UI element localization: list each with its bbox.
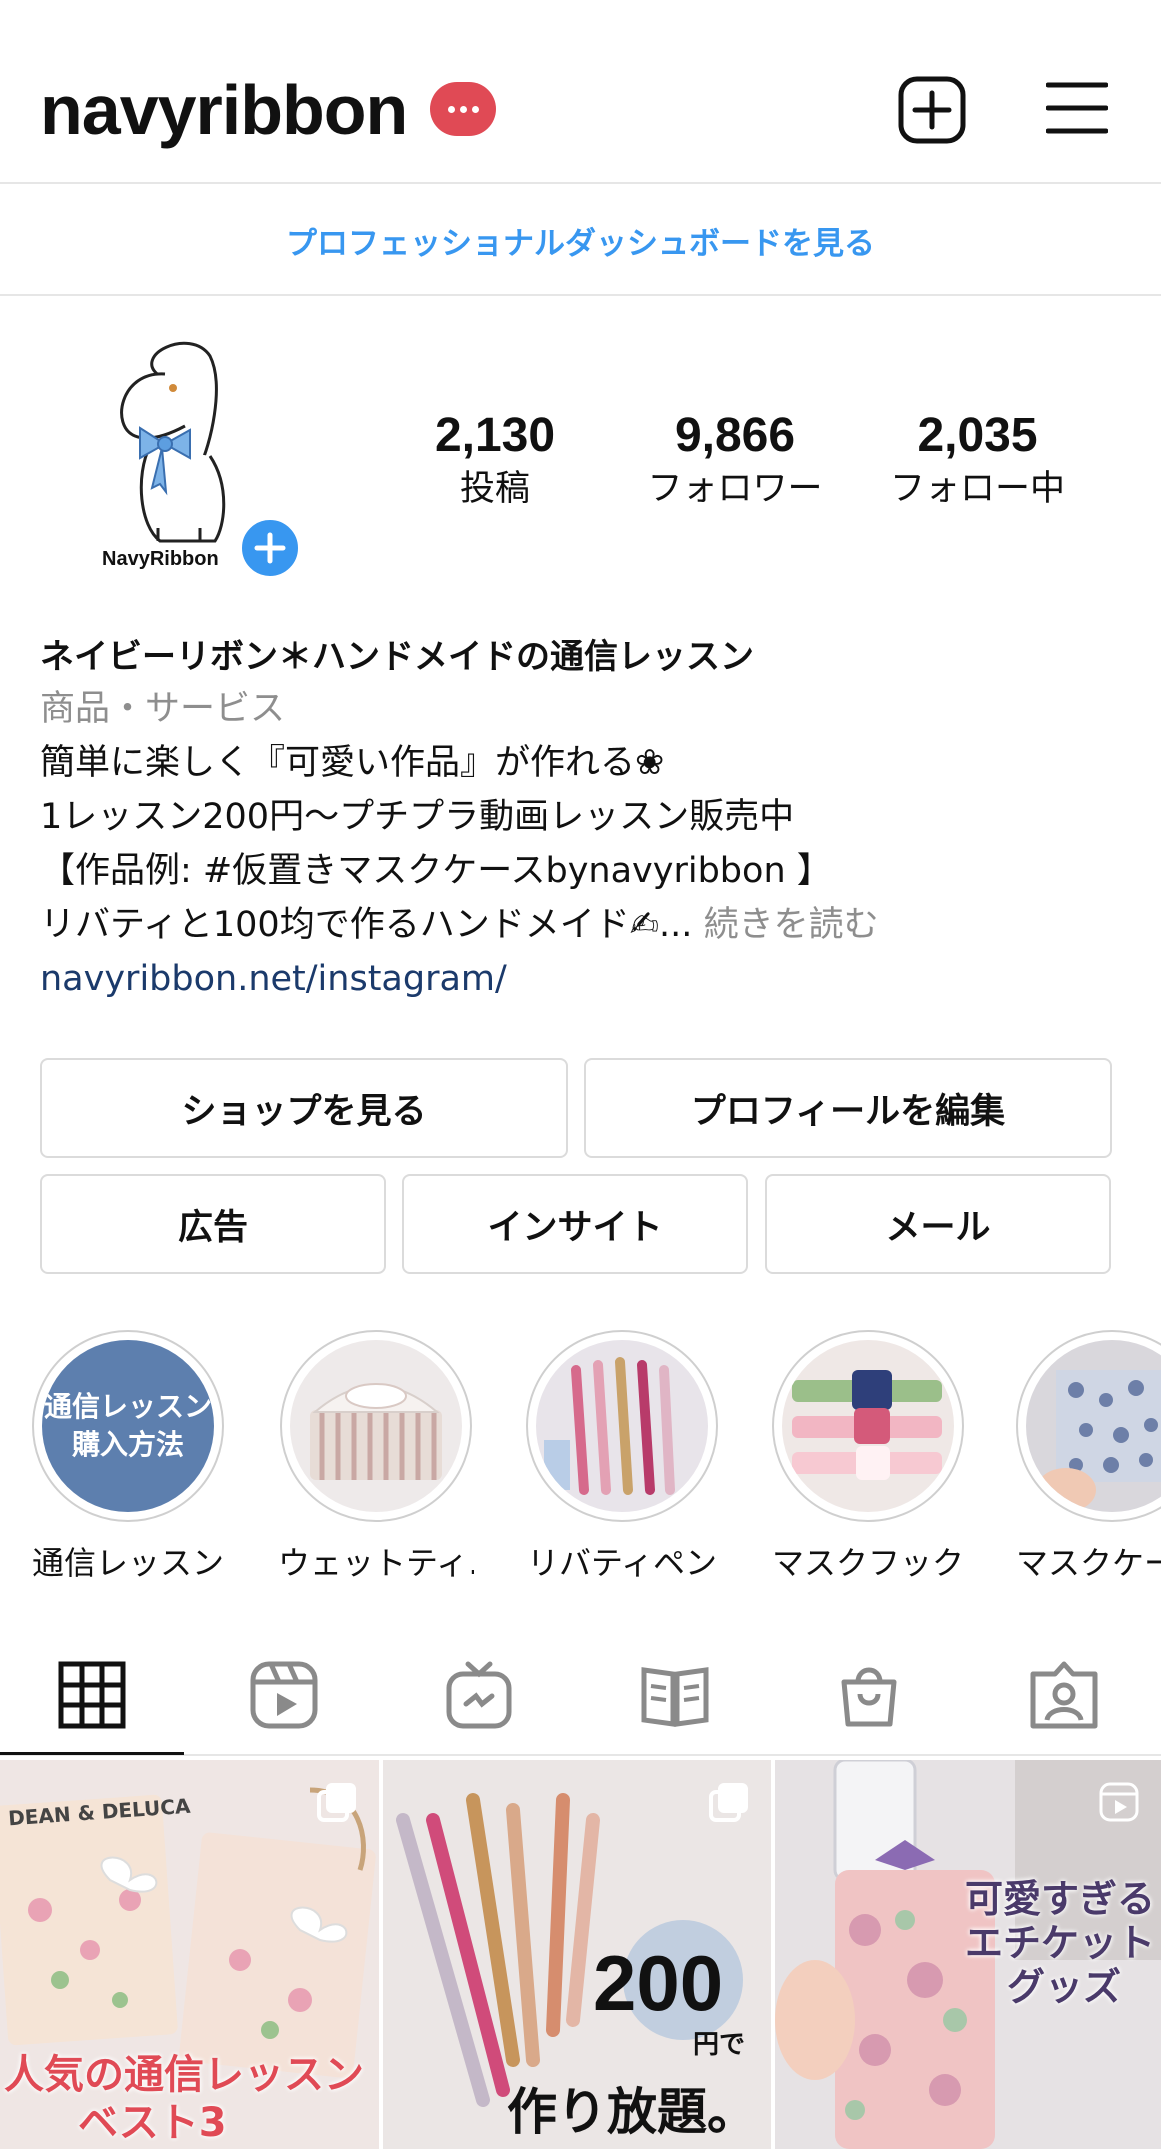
highlight-label: ウェットティ… bbox=[278, 1544, 474, 1582]
hamburger-menu-icon[interactable] bbox=[1046, 80, 1108, 136]
highlight-item[interactable]: 通信レッスン 購入方法 通信レッスン bbox=[30, 1330, 226, 1584]
highlight-cover-text: 購入方法 bbox=[71, 1428, 184, 1461]
following-count[interactable]: 2,035 フォロー中 bbox=[870, 408, 1085, 512]
bio-line: 簡単に楽しく『可愛い作品』が作れる❀ bbox=[40, 743, 665, 783]
following-count-label: フォロー中 bbox=[889, 469, 1065, 509]
highlight-cover bbox=[1016, 1330, 1161, 1522]
igtv-icon[interactable] bbox=[444, 1660, 514, 1730]
profile-tabs bbox=[0, 1640, 1161, 1756]
edit-profile-button[interactable]: プロフィールを編集 bbox=[584, 1058, 1112, 1158]
post-thumbnail[interactable]: 可愛すぎる エチケット グッズ bbox=[775, 1760, 1161, 2149]
post-thumbnail[interactable]: 200 円で 作り放題。 bbox=[383, 1760, 771, 2149]
plus-icon bbox=[254, 532, 286, 564]
highlight-label: リバティペン bbox=[526, 1544, 718, 1582]
shop-icon[interactable] bbox=[834, 1660, 904, 1730]
highlight-item[interactable]: リバティペン bbox=[524, 1330, 720, 1584]
mask-hooks-image bbox=[792, 1370, 942, 1480]
followers-count-label: フォロワー bbox=[647, 469, 823, 509]
post-overlay-unit: 円で bbox=[693, 2030, 746, 2060]
highlight-cover bbox=[772, 1330, 964, 1522]
reels-icon[interactable] bbox=[249, 1660, 319, 1730]
liberty-pens-image bbox=[544, 1357, 675, 1495]
bio-line-truncated: リバティと100均で作るハンドメイド✍... 続きを読む bbox=[40, 898, 1130, 952]
followers-count[interactable]: 9,866 フォロワー bbox=[630, 408, 840, 512]
display-name: ネイビーリボン＊ハンドメイドの通信レッスン bbox=[40, 637, 754, 677]
plus-square-icon[interactable] bbox=[898, 76, 966, 144]
email-button[interactable]: メール bbox=[765, 1174, 1111, 1274]
username[interactable]: navyribbon bbox=[40, 70, 408, 150]
read-more-link[interactable]: 続きを読む bbox=[704, 905, 879, 945]
bio-line-text: リバティと100均で作るハンドメイド✍... bbox=[40, 905, 693, 945]
insights-button[interactable]: インサイト bbox=[402, 1174, 748, 1274]
highlight-cover bbox=[526, 1330, 718, 1522]
post-thumbnail[interactable]: DEAN & DELUCA 人気の通信レッスン ベスト3 bbox=[0, 1760, 379, 2149]
category-label: 商品・サービス bbox=[40, 689, 286, 729]
top-bar: navyribbon bbox=[0, 0, 1161, 184]
ads-button[interactable]: 広告 bbox=[40, 1174, 386, 1274]
posts-count[interactable]: 2,130 投稿 bbox=[420, 408, 570, 512]
highlight-cover bbox=[280, 1330, 472, 1522]
professional-dashboard-link[interactable]: プロフェッショナルダッシュボードを見る bbox=[0, 186, 1161, 296]
highlight-item[interactable]: マスクケー bbox=[1016, 1330, 1161, 1584]
add-story-button[interactable] bbox=[237, 515, 303, 581]
carousel-icon bbox=[709, 1783, 748, 1822]
highlight-cover-text: 通信レッスン bbox=[43, 1390, 212, 1423]
website-link[interactable]: navyribbon.net/instagram/ bbox=[40, 952, 1130, 1006]
highlight-item[interactable]: ウェットティ… bbox=[278, 1330, 474, 1584]
wet-tissue-case-image bbox=[310, 1383, 442, 1480]
mask-case-image bbox=[1036, 1370, 1161, 1512]
dashboard-link-text: プロフェッショナルダッシュボードを見る bbox=[286, 225, 875, 262]
bio: ネイビーリボン＊ハンドメイドの通信レッスン 商品・サービス 簡単に楽しく『可愛い… bbox=[40, 632, 1130, 1006]
post-overlay-text: ベスト3 bbox=[78, 2100, 227, 2146]
highlight-cover: 通信レッスン 購入方法 bbox=[32, 1330, 224, 1522]
active-tab-indicator bbox=[0, 1752, 184, 1755]
grid-icon[interactable] bbox=[57, 1660, 127, 1730]
post-overlay-text: グッズ bbox=[1007, 1965, 1122, 2009]
highlight-label: 通信レッスン bbox=[31, 1544, 224, 1582]
posts-count-value: 2,130 bbox=[434, 409, 556, 462]
post-overlay-number: 200 bbox=[593, 1939, 724, 2027]
bio-line: 1レッスン200円〜プチプラ動画レッスン販売中 bbox=[40, 797, 795, 837]
followers-count-value: 9,866 bbox=[674, 409, 796, 462]
bio-line: 【作品例: #仮置きマスクケースbynavyribbon 】 bbox=[40, 851, 832, 891]
post-overlay-text: 作り放題。 bbox=[507, 2083, 757, 2141]
more-dots-icon[interactable] bbox=[430, 82, 496, 136]
tagged-icon[interactable] bbox=[1029, 1660, 1099, 1730]
carousel-icon bbox=[317, 1783, 356, 1822]
highlight-label: マスクケー bbox=[1016, 1544, 1161, 1582]
posts-count-label: 投稿 bbox=[459, 469, 530, 509]
avatar-brand-text: NavyRibbon bbox=[102, 548, 219, 570]
highlight-item[interactable]: マスクフック bbox=[770, 1330, 966, 1584]
guides-icon[interactable] bbox=[640, 1660, 710, 1730]
view-shop-button[interactable]: ショップを見る bbox=[40, 1058, 568, 1158]
highlight-label: マスクフック bbox=[771, 1544, 964, 1582]
reels-icon bbox=[1099, 1782, 1139, 1822]
following-count-value: 2,035 bbox=[917, 409, 1038, 462]
